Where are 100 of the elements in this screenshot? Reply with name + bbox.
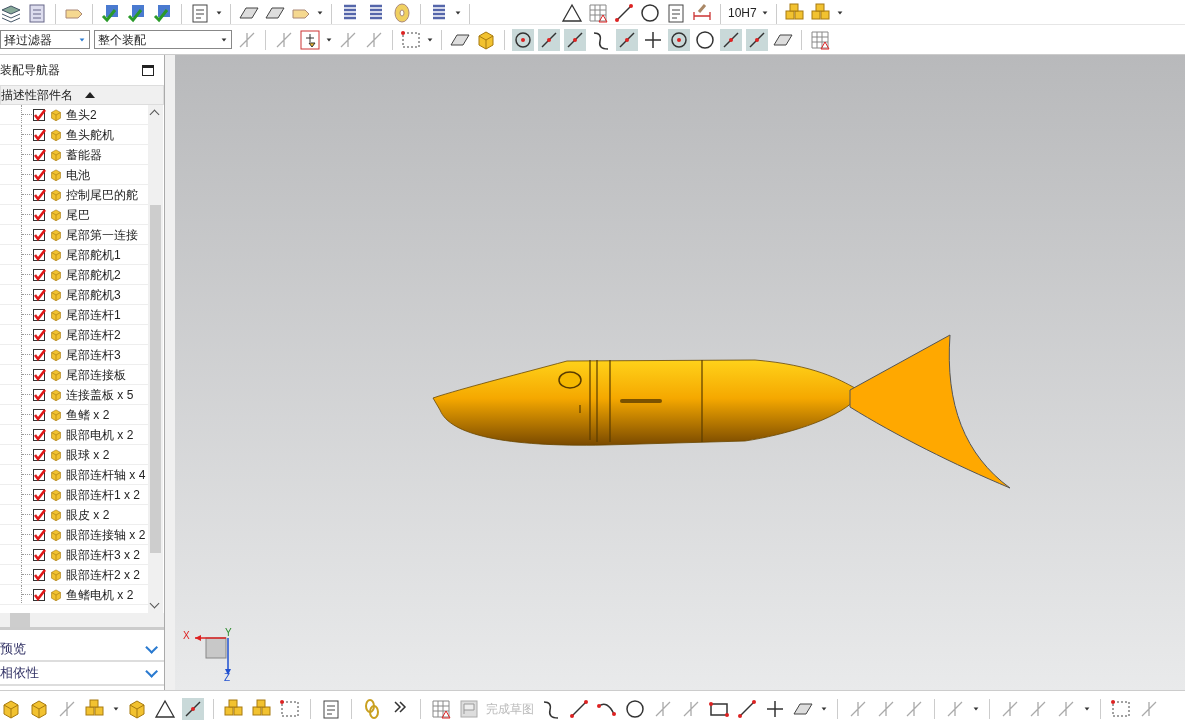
fit-tool[interactable]: 10H7 <box>728 2 757 24</box>
axis-triad <box>194 635 231 675</box>
scrollbar[interactable] <box>0 613 164 630</box>
checked-checkbox[interactable] <box>33 488 45 501</box>
panel-title[interactable]: 相依性 <box>0 663 39 683</box>
part-name[interactable]: 尾部连杆1 <box>66 305 121 324</box>
part-icon <box>49 127 63 142</box>
checked-checkbox[interactable] <box>33 368 45 381</box>
part-name[interactable]: 眼部连接轴 x 2 <box>66 525 146 544</box>
part-icon <box>49 227 63 242</box>
maximize-icon[interactable] <box>142 64 154 76</box>
axis-label: Z <box>224 673 231 683</box>
part-name[interactable]: 鱼鳍电机 x 2 <box>66 585 134 604</box>
checked-checkbox[interactable] <box>33 228 45 241</box>
part-icon <box>49 407 63 422</box>
part-name[interactable]: 眼部连杆3 x 2 <box>66 545 140 564</box>
checked-checkbox[interactable] <box>33 188 45 201</box>
part-name[interactable]: 尾部连接板 <box>66 365 126 384</box>
checked-checkbox[interactable] <box>33 348 45 361</box>
part-icon <box>49 207 63 222</box>
checked-checkbox[interactable] <box>33 208 45 221</box>
part-name[interactable]: 鱼鳍 x 2 <box>66 405 110 424</box>
scope-dropdown[interactable]: 整个装配 <box>94 30 232 49</box>
line-icon[interactable] <box>568 697 590 720</box>
part-icon <box>49 367 63 382</box>
part-name[interactable]: 眼部连杆2 x 2 <box>66 565 140 584</box>
part-icon <box>49 587 63 602</box>
sketch-icon[interactable] <box>430 697 452 720</box>
checked-checkbox[interactable] <box>33 568 45 581</box>
column-title: 描述性部件名 <box>1 87 73 104</box>
part-icon <box>49 147 63 162</box>
part-name[interactable]: 尾部舵机2 <box>66 265 121 284</box>
part-icon <box>49 427 63 442</box>
checked-checkbox[interactable] <box>33 268 45 281</box>
part-icon <box>49 347 63 362</box>
part-name[interactable]: 控制尾巴的舵 <box>66 185 138 204</box>
checked-checkbox[interactable] <box>33 408 45 421</box>
checked-checkbox[interactable] <box>33 388 45 401</box>
circle-icon[interactable] <box>624 697 646 720</box>
roll-icon[interactable] <box>391 2 413 24</box>
filter-text: 择过滤器 <box>4 31 52 49</box>
center-snap-icon[interactable] <box>668 28 690 51</box>
part-name[interactable]: 鱼头2 <box>66 105 97 124</box>
part-name[interactable]: 尾部舵机3 <box>66 285 121 304</box>
checked-checkbox[interactable] <box>33 448 45 461</box>
part-name[interactable]: 眼皮 x 2 <box>66 505 110 524</box>
part-icon <box>49 567 63 582</box>
cross-snap-icon[interactable] <box>720 28 742 51</box>
checked-checkbox[interactable] <box>33 288 45 301</box>
part-icon <box>49 487 63 502</box>
label-icon[interactable] <box>189 2 211 24</box>
part-name[interactable]: 尾巴 <box>66 205 90 224</box>
part-name[interactable]: 眼部连杆轴 x 4 <box>66 465 146 484</box>
part-name[interactable]: 连接盖板 x 5 <box>66 385 134 404</box>
grid-icon[interactable] <box>587 2 609 24</box>
grid-icon[interactable] <box>809 28 831 51</box>
panel-title[interactable]: 预览 <box>0 639 26 659</box>
scrollbar[interactable] <box>148 105 163 613</box>
axis-label: X <box>183 631 190 641</box>
checked-checkbox[interactable] <box>33 308 45 321</box>
snap-icon[interactable] <box>512 28 534 51</box>
checked-checkbox[interactable] <box>33 528 45 541</box>
part-name[interactable]: 眼部电机 x 2 <box>66 425 134 444</box>
part-name[interactable]: 眼部连杆1 x 2 <box>66 485 140 504</box>
part-icon <box>49 107 63 122</box>
checked-checkbox[interactable] <box>33 128 45 141</box>
checked-checkbox[interactable] <box>33 468 45 481</box>
checked-checkbox[interactable] <box>33 328 45 341</box>
checked-checkbox[interactable] <box>33 548 45 561</box>
part-name[interactable]: 鱼头舵机 <box>66 125 114 144</box>
line-snap-icon[interactable] <box>564 28 586 51</box>
triangle-icon[interactable] <box>561 2 583 24</box>
part-icon <box>49 287 63 302</box>
column-header[interactable]: 描述性部件名 <box>0 85 164 105</box>
part-icon <box>49 167 63 182</box>
checked-checkbox[interactable] <box>33 428 45 441</box>
part-name[interactable]: 眼球 x 2 <box>66 445 110 464</box>
checked-checkbox[interactable] <box>33 148 45 161</box>
line-snap-icon[interactable] <box>746 28 768 51</box>
axis-label: Y <box>225 628 232 638</box>
box-select-icon[interactable] <box>400 28 422 51</box>
part-name[interactable]: 尾部连杆2 <box>66 325 121 344</box>
checked-checkbox[interactable] <box>33 588 45 601</box>
panel-title: 装配导航器 <box>0 62 60 79</box>
part-name[interactable]: 尾部舵机1 <box>66 245 121 264</box>
checked-checkbox[interactable] <box>33 248 45 261</box>
line-snap-icon[interactable] <box>538 28 560 51</box>
part-name[interactable]: 尾部第一连接 <box>66 225 138 244</box>
filter-dropdown[interactable]: 择过滤器 <box>0 30 90 49</box>
part-name[interactable]: 蓄能器 <box>66 145 102 164</box>
part-icon <box>49 447 63 462</box>
checked-checkbox[interactable] <box>33 508 45 521</box>
part-name[interactable]: 电池 <box>66 165 90 184</box>
part-icon <box>49 527 63 542</box>
checked-checkbox[interactable] <box>33 168 45 181</box>
part-icon <box>49 467 63 482</box>
part-name[interactable]: 尾部连杆3 <box>66 345 121 364</box>
snap-icon[interactable] <box>616 28 638 51</box>
checked-checkbox[interactable] <box>33 108 45 121</box>
sort-icon[interactable] <box>85 92 95 98</box>
